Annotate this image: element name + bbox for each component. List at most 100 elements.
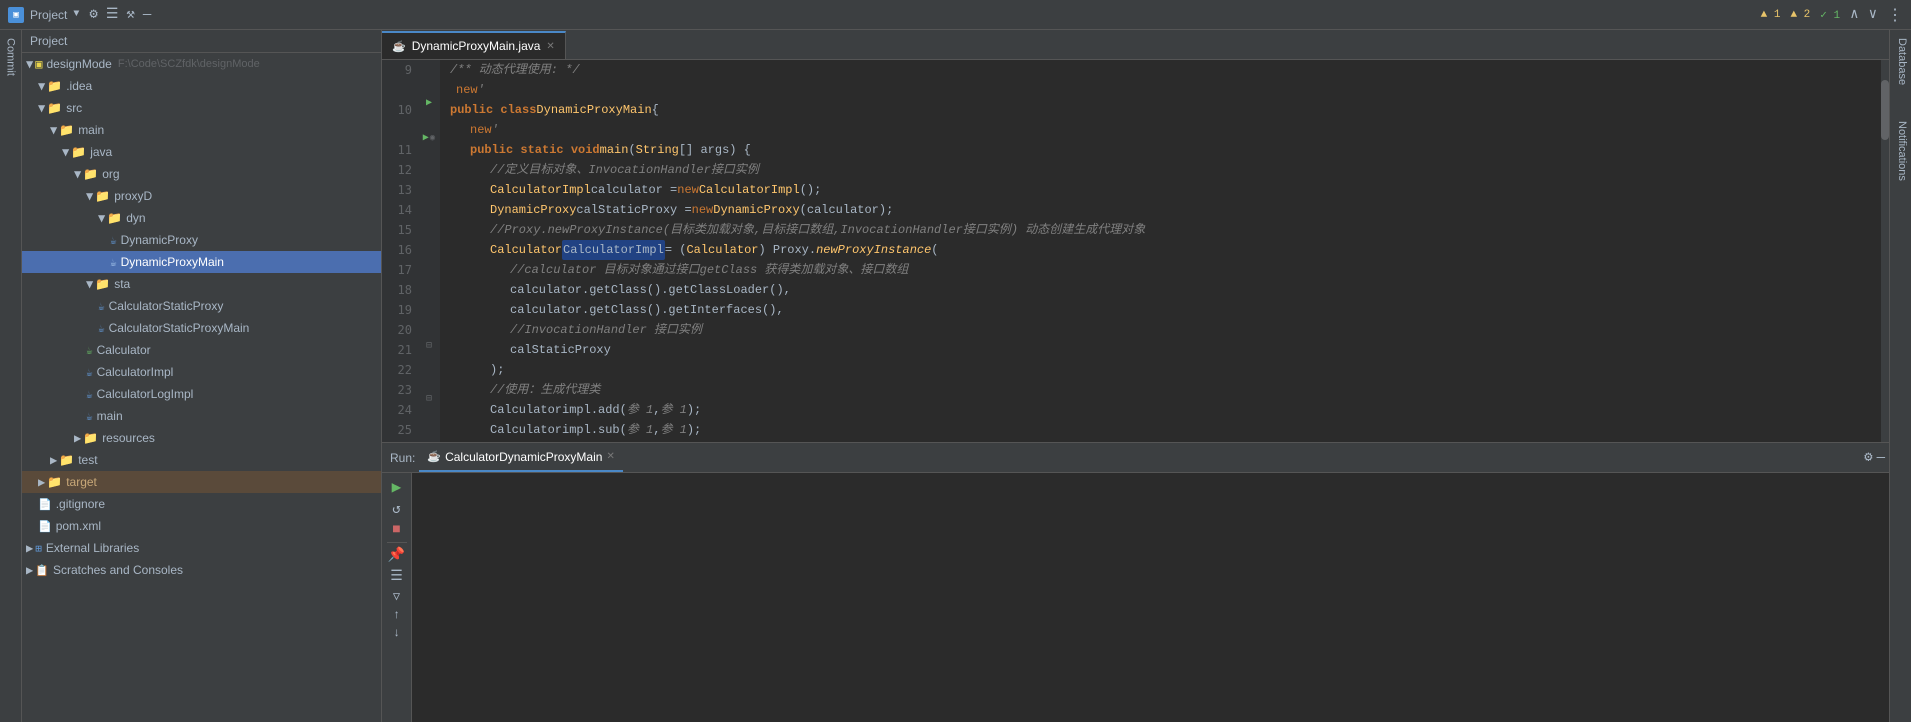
gutter-13 (418, 164, 440, 181)
tool-icon-list[interactable]: ☰ (106, 6, 119, 23)
tree-item-calcstaticproxymain[interactable]: ☕ CalculatorStaticProxyMain (22, 317, 381, 339)
tree-label: .idea (66, 79, 92, 93)
right-panel-notifications[interactable]: Notifications (1890, 113, 1911, 189)
bottom-tab-active[interactable]: ☕ CalculatorDynamicProxyMain ✕ (419, 444, 622, 472)
bottom-minimize-icon[interactable]: — (1877, 450, 1885, 466)
tree-item-main[interactable]: ▼ 📁 main (22, 119, 381, 141)
tree-item-pomxml[interactable]: 📄 pom.xml (22, 515, 381, 537)
fold-icon-26[interactable]: ⊟ (426, 393, 432, 405)
folder-icon: 📁 (59, 123, 74, 137)
nav-down[interactable]: ∨ (1869, 6, 1877, 23)
java-file-icon: ☕ (86, 366, 93, 379)
tree-item-calculator[interactable]: ☕ Calculator (22, 339, 381, 361)
arrow-icon: ▼ (74, 167, 81, 181)
code-line-15: //Proxy.newProxyInstance(目标类加载对象,目标接口数组,… (450, 220, 1871, 240)
tree-item-test[interactable]: ▶ 📁 test (22, 449, 381, 471)
arrow-icon: ▼ (98, 211, 105, 225)
bottom-down-icon[interactable]: ↓ (393, 626, 400, 640)
tree-item-idea[interactable]: ▼ 📁 .idea (22, 75, 381, 97)
run-icon-10[interactable]: ▶ (426, 97, 432, 109)
java-file-icon: ☕ (86, 410, 93, 423)
project-folder-icon: ▣ (35, 57, 42, 71)
java-file-icon: ☕ (110, 234, 117, 247)
bottom-list-icon[interactable]: ☰ (390, 568, 403, 585)
code-content[interactable]: /** 动态代理使用: */ new ' public class Dynami… (440, 60, 1881, 442)
tree-label: CalculatorImpl (97, 365, 174, 379)
title-bar-left: ▣ Project ▼ (8, 7, 79, 23)
line-num-20: 20 (382, 320, 412, 340)
tree-item-src[interactable]: ▼ 📁 src (22, 97, 381, 119)
tree-item-org[interactable]: ▼ 📁 org (22, 163, 381, 185)
tree-item-dyn[interactable]: ▼ 📁 dyn (22, 207, 381, 229)
nav-up[interactable]: ∧ (1850, 6, 1858, 23)
gutter-23: ⊟ (418, 338, 440, 355)
code-line-new2: new ' (450, 120, 1871, 140)
tree-label: test (78, 453, 97, 467)
main-area: Commit Project ▼ ▣ designMode F:\Code\SC… (0, 30, 1911, 722)
tree-item-proxyd[interactable]: ▼ 📁 proxyD (22, 185, 381, 207)
title-bar: ▣ Project ▼ ⚙ ☰ ⚒ — ▲ ▲ 11 ▲ 2 ✓ 1 ∧ ∨ ⋮ (0, 0, 1911, 30)
title-dropdown-icon[interactable]: ▼ (73, 9, 79, 20)
left-icon-commit[interactable]: Commit (5, 34, 17, 80)
bottom-stop-icon[interactable]: ■ (392, 522, 400, 538)
editor-scrollbar[interactable] (1881, 60, 1889, 442)
tree-label: .gitignore (56, 497, 105, 511)
tree-item-scratches[interactable]: ▶ 📋 Scratches and Consoles (22, 559, 381, 581)
tree-item-calcstaticproxy[interactable]: ☕ CalculatorStaticProxy (22, 295, 381, 317)
tool-icon-settings[interactable]: ⚙ (89, 6, 97, 23)
code-line-23: //使用：生成代理类 (450, 380, 1871, 400)
tree-item-main2[interactable]: ☕ main (22, 405, 381, 427)
tree-item-gitignore[interactable]: 📄 .gitignore (22, 493, 381, 515)
tab-close-icon[interactable]: ✕ (546, 41, 554, 52)
folder-icon: 📁 (47, 79, 62, 93)
tree-item-sta[interactable]: ▼ 📁 sta (22, 273, 381, 295)
bottom-tab-icon: ☕ (427, 450, 441, 463)
tree-container[interactable]: ▼ ▣ designMode F:\Code\SCZfdk\designMode… (22, 53, 381, 722)
tab-dynamicproxymain[interactable]: ☕ DynamicProxyMain.java ✕ (382, 31, 566, 59)
java-file-icon: ☕ (98, 322, 105, 335)
scrollbar-thumb[interactable] (1881, 80, 1889, 140)
line-num-15: 15 (382, 220, 412, 240)
tree-item-designmode[interactable]: ▼ ▣ designMode F:\Code\SCZfdk\designMode (22, 53, 381, 75)
gutter-11[interactable]: ▶ ◉ (418, 129, 440, 146)
debug-icon-11[interactable]: ◉ (430, 133, 435, 143)
line-numbers-panel: 9 10 11 12 13 14 15 16 17 18 19 20 21 22 (382, 60, 418, 442)
gutter-10[interactable]: ▶ (418, 95, 440, 112)
tool-icon-minus[interactable]: — (143, 7, 151, 23)
bottom-pin-icon[interactable]: 📌 (388, 547, 405, 564)
folder-icon: 📁 (47, 475, 62, 489)
menu-dots[interactable]: ⋮ (1887, 5, 1903, 25)
line-num-10: 10 (382, 100, 412, 120)
fold-icon-23[interactable]: ⊟ (426, 340, 432, 352)
line-num-25: 25 (382, 420, 412, 440)
tree-item-calculatorlogimpl[interactable]: ☕ CalculatorLogImpl (22, 383, 381, 405)
tree-label-scratches: Scratches and Consoles (53, 563, 183, 577)
bottom-play-icon[interactable]: ▶ (392, 477, 402, 497)
bottom-rerun-icon[interactable]: ↺ (392, 501, 400, 518)
gutter-19 (418, 268, 440, 285)
code-line-12: //定义目标对象、InvocationHandler接口实例 (450, 160, 1871, 180)
app-root: ▣ Project ▼ ⚙ ☰ ⚒ — ▲ ▲ 11 ▲ 2 ✓ 1 ∧ ∨ ⋮… (0, 0, 1911, 722)
folder-icon: 📁 (95, 277, 110, 291)
code-line-17: //calculator 目标对象通过接口getClass 获得类加载对象、接口… (450, 260, 1871, 280)
bottom-up-icon[interactable]: ↑ (393, 608, 400, 622)
code-line-26: } (450, 440, 1871, 442)
tree-item-dynamicproxymain[interactable]: ☕ DynamicProxyMain (22, 251, 381, 273)
tree-item-ext-libs[interactable]: ▶ ⊞ External Libraries (22, 537, 381, 559)
bottom-filter-icon[interactable]: ▽ (393, 589, 400, 604)
bottom-settings-icon[interactable]: ⚙ (1864, 449, 1872, 466)
tool-icon-build[interactable]: ⚒ (126, 6, 134, 23)
tree-item-java[interactable]: ▼ 📁 java (22, 141, 381, 163)
tree-label: Calculator (97, 343, 151, 357)
run-icon-11[interactable]: ▶ (423, 132, 429, 144)
gutter-12 (418, 147, 440, 164)
right-panel-database[interactable]: Database (1890, 30, 1911, 93)
tree-item-target[interactable]: ▶ 📁 target (22, 471, 381, 493)
tree-item-resources[interactable]: ▶ 📁 resources (22, 427, 381, 449)
tree-item-dynamicproxy[interactable]: ☕ DynamicProxy (22, 229, 381, 251)
tree-item-calculatorimpl[interactable]: ☕ CalculatorImpl (22, 361, 381, 383)
tree-label: java (90, 145, 112, 159)
arrow-icon: ▶ (38, 475, 45, 489)
arrow-icon: ▶ (50, 453, 57, 467)
bottom-tab-close[interactable]: ✕ (606, 451, 614, 462)
